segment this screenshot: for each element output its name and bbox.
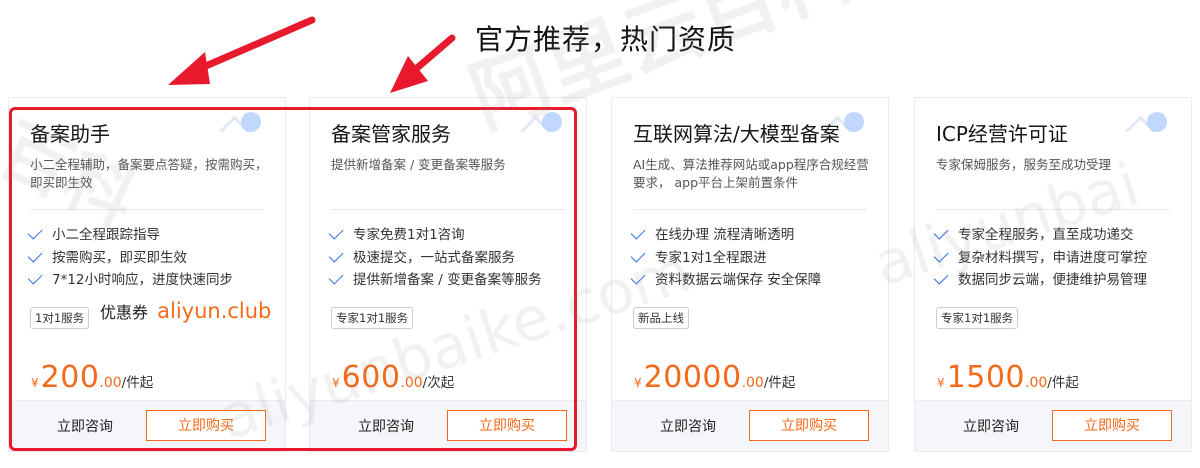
feature-list: 小二全程跟踪指导 按需购买，即买即生效 7*12小时响应，进度快速同步 <box>27 224 233 292</box>
decorative-icon <box>508 106 568 156</box>
price-amount: 600 <box>341 360 401 395</box>
coupon-link[interactable]: aliyun.club <box>157 299 271 323</box>
card-footer: 立即咨询 立即购买 <box>915 400 1191 451</box>
service-tag: 1对1服务 <box>30 307 90 329</box>
divider <box>30 209 264 210</box>
price: ¥600.00/次起 <box>332 360 454 395</box>
feature-item: 小二全程跟踪指导 <box>27 224 233 247</box>
check-icon <box>27 269 43 285</box>
price-decimal: .00 <box>1025 375 1048 391</box>
card-description: AI生成、算法推荐网站或app程序合规经营要求， app平台上架前置条件 <box>633 157 869 190</box>
consult-button[interactable]: 立即咨询 <box>963 416 1019 436</box>
check-icon <box>630 247 646 263</box>
buy-button[interactable]: 立即购买 <box>146 410 266 441</box>
card-title: 备案助手 <box>30 122 110 146</box>
feature-list: 专家全程服务，直至成功递交 复杂材料撰写，申请进度可掌控 数据同步云端，便捷维护… <box>933 224 1147 292</box>
check-icon <box>630 224 646 240</box>
product-card-beian-assistant: 备案助手 小二全程辅助，备案要点答疑，按需购买，即买即生效 小二全程跟踪指导 按… <box>8 97 286 452</box>
product-card-icp-license: ICP经营许可证 专家保姆服务，服务至成功受理 专家全程服务，直至成功递交 复杂… <box>914 97 1192 452</box>
feature-item: 按需购买，即买即生效 <box>27 247 233 270</box>
card-description: 提供新增备案 / 变更备案等服务 <box>331 157 506 172</box>
price-unit: /件起 <box>121 375 154 391</box>
feature-item: 极速提交，一站式备案服务 <box>328 247 542 270</box>
divider <box>331 209 565 210</box>
price: ¥20000.00/件起 <box>634 360 795 395</box>
card-title: ICP经营许可证 <box>936 122 1068 146</box>
feature-item: 在线办理 流程清晰透明 <box>630 224 821 247</box>
card-footer: 立即咨询 立即购买 <box>9 400 285 451</box>
check-icon <box>630 269 646 285</box>
check-icon <box>328 224 344 240</box>
consult-button[interactable]: 立即咨询 <box>57 416 113 436</box>
currency-symbol: ¥ <box>332 376 340 390</box>
price: ¥1500.00/件起 <box>937 360 1079 395</box>
product-card-beian-butler: 备案管家服务 提供新增备案 / 变更备案等服务 专家免费1对1咨询 极速提交，一… <box>309 97 587 452</box>
card-footer: 立即咨询 立即购买 <box>310 400 586 451</box>
check-icon <box>933 247 949 263</box>
price-decimal: .00 <box>741 375 764 391</box>
product-card-algorithm-beian: 互联网算法/大模型备案 AI生成、算法推荐网站或app程序合规经营要求， app… <box>611 97 889 452</box>
price-decimal: .00 <box>99 375 122 391</box>
price-unit: /次起 <box>422 375 455 391</box>
check-icon <box>328 247 344 263</box>
currency-symbol: ¥ <box>634 376 642 390</box>
feature-item: 资料数据云端保存 安全保障 <box>630 269 821 292</box>
price-unit: /件起 <box>1047 375 1079 391</box>
feature-item: 专家1对1全程跟进 <box>630 247 821 270</box>
buy-button[interactable]: 立即购买 <box>749 410 869 441</box>
buy-button[interactable]: 立即购买 <box>1052 410 1172 441</box>
price: ¥200.00/件起 <box>31 360 153 395</box>
service-tag: 新品上线 <box>633 307 689 329</box>
currency-symbol: ¥ <box>937 376 945 390</box>
divider <box>633 209 867 210</box>
feature-item: 专家免费1对1咨询 <box>328 224 542 247</box>
price-amount: 20000 <box>643 360 742 395</box>
product-cards: 备案助手 小二全程辅助，备案要点答疑，按需购买，即买即生效 小二全程跟踪指导 按… <box>0 0 1200 468</box>
price-amount: 1500 <box>946 360 1025 395</box>
coupon-promo: 优惠券 aliyun.club <box>100 299 271 323</box>
feature-list: 专家免费1对1咨询 极速提交，一站式备案服务 提供新增备案 / 变更备案等服务 <box>328 224 542 292</box>
consult-button[interactable]: 立即咨询 <box>358 416 414 436</box>
check-icon <box>933 224 949 240</box>
card-footer: 立即咨询 立即购买 <box>612 400 888 451</box>
feature-list: 在线办理 流程清晰透明 专家1对1全程跟进 资料数据云端保存 安全保障 <box>630 224 821 292</box>
check-icon <box>27 224 43 240</box>
divider <box>936 209 1170 210</box>
card-title: 互联网算法/大模型备案 <box>633 122 840 146</box>
decorative-icon <box>207 106 267 156</box>
price-amount: 200 <box>40 360 100 395</box>
feature-item: 数据同步云端，便捷维护易管理 <box>933 269 1147 292</box>
decorative-icon <box>1113 106 1173 156</box>
price-decimal: .00 <box>400 375 423 391</box>
card-title: 备案管家服务 <box>331 122 451 146</box>
check-icon <box>328 269 344 285</box>
check-icon <box>27 247 43 263</box>
currency-symbol: ¥ <box>31 376 39 390</box>
feature-item: 复杂材料撰写，申请进度可掌控 <box>933 247 1147 270</box>
card-description: 专家保姆服务，服务至成功受理 <box>936 157 1112 172</box>
coupon-label: 优惠券 <box>100 303 149 322</box>
feature-item: 提供新增备案 / 变更备案等服务 <box>328 269 542 292</box>
service-tag: 专家1对1服务 <box>936 307 1019 329</box>
service-tag: 专家1对1服务 <box>331 307 414 329</box>
feature-item: 7*12小时响应，进度快速同步 <box>27 269 233 292</box>
consult-button[interactable]: 立即咨询 <box>660 416 716 436</box>
buy-button[interactable]: 立即购买 <box>447 410 567 441</box>
card-description: 小二全程辅助，备案要点答疑，按需购买，即买即生效 <box>30 157 268 190</box>
check-icon <box>933 269 949 285</box>
price-unit: /件起 <box>763 375 796 391</box>
feature-item: 专家全程服务，直至成功递交 <box>933 224 1147 247</box>
